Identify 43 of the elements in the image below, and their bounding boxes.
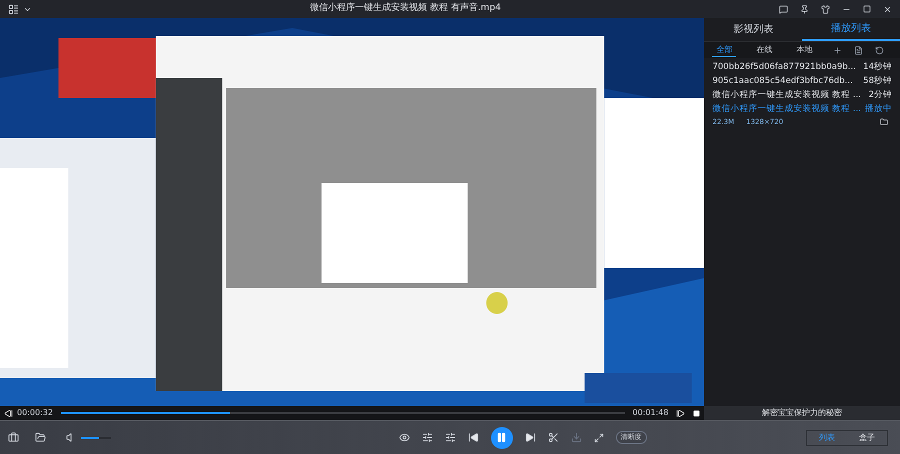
total-time: 00:01:48 (632, 407, 668, 419)
toolbox-icon[interactable] (8, 432, 19, 443)
view-button[interactable]: 盒子 (847, 432, 887, 444)
item-duration: 14秒钟 (863, 60, 892, 74)
item-title: 微信小程序一键生成安装视频 教程 ... (712, 88, 862, 102)
refresh-icon[interactable] (875, 46, 884, 54)
step-back-icon[interactable] (4, 408, 13, 418)
shirt-icon[interactable] (821, 4, 830, 14)
item-duration: 播放中 (865, 102, 892, 116)
fullscreen-icon[interactable] (594, 432, 604, 442)
equalizer-icon[interactable] (422, 432, 432, 443)
step-forward-icon[interactable] (676, 408, 686, 418)
menu-icon[interactable] (8, 4, 19, 14)
open-folder-icon[interactable] (35, 432, 46, 443)
item-title: 微信小程序一键生成安装视频 教程 ... (712, 102, 861, 116)
playlist-item[interactable]: 微信小程序一键生成安装视频 教程 ... 2分钟 (704, 88, 900, 102)
filter-tab[interactable]: 在线 (752, 44, 776, 56)
file-icon[interactable] (854, 46, 863, 54)
panel-tab[interactable]: 影视列表 (704, 18, 802, 41)
add-icon[interactable] (833, 46, 842, 54)
playlist-item[interactable]: 905c1aac085c54edf3bfbc76db... 58秒钟 (704, 74, 900, 88)
maximize-icon[interactable] (863, 5, 871, 13)
stop-icon[interactable] (693, 410, 700, 416)
message-icon[interactable] (779, 4, 788, 14)
item-duration: 58秒钟 (863, 74, 892, 88)
scissors-icon[interactable] (548, 432, 558, 443)
playlist-item[interactable]: 700bb26f5d06fa877921bb0a9b... 14秒钟 (704, 60, 900, 74)
pause-icon (496, 432, 507, 443)
eye-icon[interactable] (398, 432, 410, 443)
play-pause-button[interactable] (490, 426, 512, 448)
folder-icon[interactable] (880, 118, 888, 126)
close-icon[interactable] (883, 4, 892, 14)
window-title: 微信小程序一键生成安装视频 教程 有声音.mp4 (310, 2, 501, 16)
next-icon[interactable] (524, 432, 536, 443)
pin-icon[interactable] (800, 4, 809, 14)
elapsed-time: 00:00:32 (17, 407, 53, 419)
previous-icon[interactable] (468, 432, 478, 443)
settings-icon[interactable] (444, 432, 456, 443)
item-title: 905c1aac085c54edf3bfbc76db... (712, 74, 854, 88)
item-title: 700bb26f5d06fa877921bb0a9b... (712, 60, 857, 74)
item-duration: 2分钟 (868, 88, 892, 102)
filter-tab[interactable]: 本地 (792, 44, 816, 56)
filter-tab[interactable]: 全部 (712, 44, 736, 56)
